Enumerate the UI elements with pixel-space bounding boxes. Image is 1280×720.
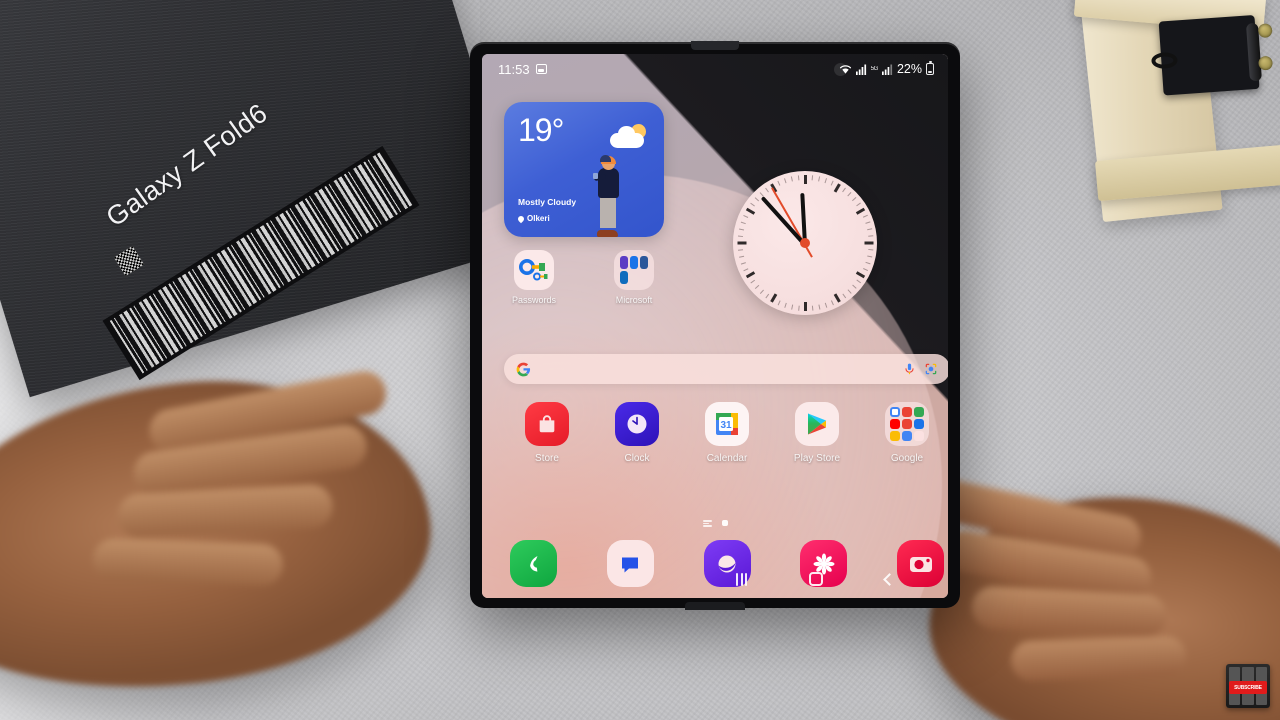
signal-2-icon [881,64,893,75]
google-passwords-icon[interactable] [514,250,554,290]
wooden-fixture [1031,0,1280,234]
galaxy-store-icon[interactable] [525,402,569,446]
battery-icon [926,61,934,75]
folder-mini-icon [890,407,901,418]
folder-google[interactable]: Google [877,402,937,464]
folder-mini-icon [901,418,913,430]
subscribe-key: SUBSCRIBE [1229,681,1267,694]
folder-icon[interactable] [614,250,654,290]
weather-condition: Mostly Cloudy [518,197,577,207]
folder-mini-icon [913,418,924,430]
back-icon[interactable] [883,572,896,586]
status-bar: 11:53 5G 22% [482,54,948,84]
weather-location: Olkeri [516,214,550,223]
location-pin-icon [516,214,526,223]
desk-scene: Galaxy Z Fold6 11:53 5G 22% 19° Mostly C… [0,0,1280,720]
folder-mini-icon [913,407,924,418]
microphone-icon[interactable] [903,362,916,376]
status-bar-right: 5G 22% [839,61,934,76]
app-label: Calendar [706,453,748,464]
google-g-icon [516,362,531,376]
app-label: Google [890,453,924,464]
svg-text:31: 31 [720,420,732,431]
app-play-store[interactable]: Play Store [787,402,847,464]
play-store-icon[interactable] [795,402,839,446]
folder-mini-icon [913,430,924,441]
app-clock[interactable]: Clock [607,402,667,464]
app-passwords[interactable]: Passwords [504,250,564,305]
app-calendar[interactable]: 31 Calendar [697,402,757,464]
clock-center-hub [800,238,810,248]
folder-mini-icon [630,256,638,269]
folder-mini-icon [640,256,648,269]
calendar-icon[interactable]: 31 [705,402,749,446]
dual-sim-icon: 5G [870,65,879,72]
wifi-icon [839,64,851,74]
clock-minute-hand [760,196,807,247]
page-dot-active[interactable] [721,520,728,526]
folder-mini-icon [890,418,901,430]
page-indicator[interactable] [482,520,948,527]
app-label: Microsoft [615,295,653,305]
folder-microsoft[interactable]: Microsoft [604,250,664,305]
folder-mini-icon [901,407,913,418]
clock-app-icon[interactable] [615,402,659,446]
weather-location-label: Olkeri [527,214,550,223]
weather-widget[interactable]: 19° Mostly Cloudy Olkeri [504,102,664,237]
folder-mini-icon [620,256,628,269]
app-label: Store [535,453,559,464]
partly-cloudy-icon [610,124,648,148]
status-bar-left: 11:53 [498,62,547,77]
home-icon[interactable] [809,572,823,586]
galaxy-z-fold6-device: 11:53 5G 22% 19° Mostly Cloudy Olkeri Pa… [470,42,960,608]
google-search-bar[interactable] [504,354,948,384]
recents-icon[interactable] [736,572,747,586]
apps-page-icon[interactable] [702,520,712,527]
status-time: 11:53 [498,61,530,77]
channel-watermark: SUBSCRIBE [1226,664,1270,708]
home-app-row: Store Clock 31 Calendar Play Store Googl… [502,402,948,464]
folder-mini-icon [890,430,901,441]
folder-mini-icon [901,430,913,441]
folder-mini-icon [620,271,628,284]
google-lens-icon[interactable] [924,362,938,376]
weather-illustration [593,155,626,237]
navigation-bar [482,562,948,596]
app-label: Clock [624,453,650,464]
battery-percent: 22% [896,62,922,76]
app-store[interactable]: Store [517,402,577,464]
folder-icon[interactable] [885,402,929,446]
weather-temperature: 19° [518,112,564,148]
screenshot-icon [535,64,547,74]
home-folder-row: Passwords Microsoft [504,250,664,305]
device-screen[interactable]: 11:53 5G 22% 19° Mostly Cloudy Olkeri Pa… [482,54,948,598]
signal-icon [855,64,866,75]
app-label: Passwords [511,295,556,305]
app-label: Play Store [793,453,841,464]
analog-clock-widget[interactable] [733,171,877,315]
screw [1257,22,1274,39]
